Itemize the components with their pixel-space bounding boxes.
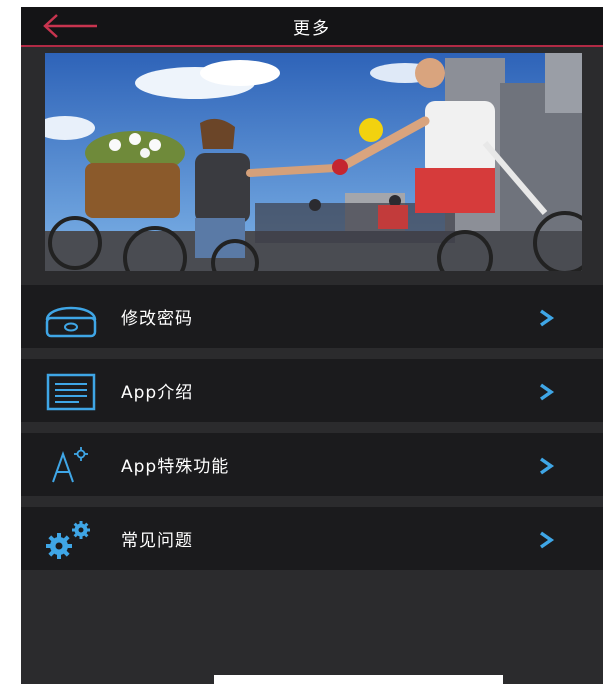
menu-item-faq[interactable]: 常见问题 bbox=[21, 507, 603, 570]
menu-item-app-features[interactable]: App特殊功能 bbox=[21, 433, 603, 496]
top-navigation-bar: 更多 bbox=[21, 7, 603, 47]
menu-item-change-password[interactable]: 修改密码 bbox=[21, 285, 603, 348]
gears-icon bbox=[43, 518, 99, 560]
chevron-right-icon bbox=[536, 455, 558, 477]
menu-item-app-intro[interactable]: App介绍 bbox=[21, 359, 603, 422]
menu-item-label: App介绍 bbox=[121, 383, 194, 403]
home-indicator bbox=[214, 675, 503, 684]
special-feature-icon bbox=[43, 444, 99, 486]
app-screen: 更多 修改密码 App介绍 App特殊功能 常见问题 bbox=[21, 7, 603, 684]
menu-item-label: 常见问题 bbox=[121, 531, 193, 551]
lock-icon bbox=[43, 296, 99, 338]
document-icon bbox=[43, 370, 99, 412]
menu-item-label: App特殊功能 bbox=[121, 457, 230, 477]
chevron-right-icon bbox=[536, 529, 558, 551]
menu-item-label: 修改密码 bbox=[121, 309, 193, 329]
banner-image bbox=[45, 53, 582, 271]
chevron-right-icon bbox=[536, 381, 558, 403]
chevron-right-icon bbox=[536, 307, 558, 329]
page-title: 更多 bbox=[293, 19, 331, 39]
